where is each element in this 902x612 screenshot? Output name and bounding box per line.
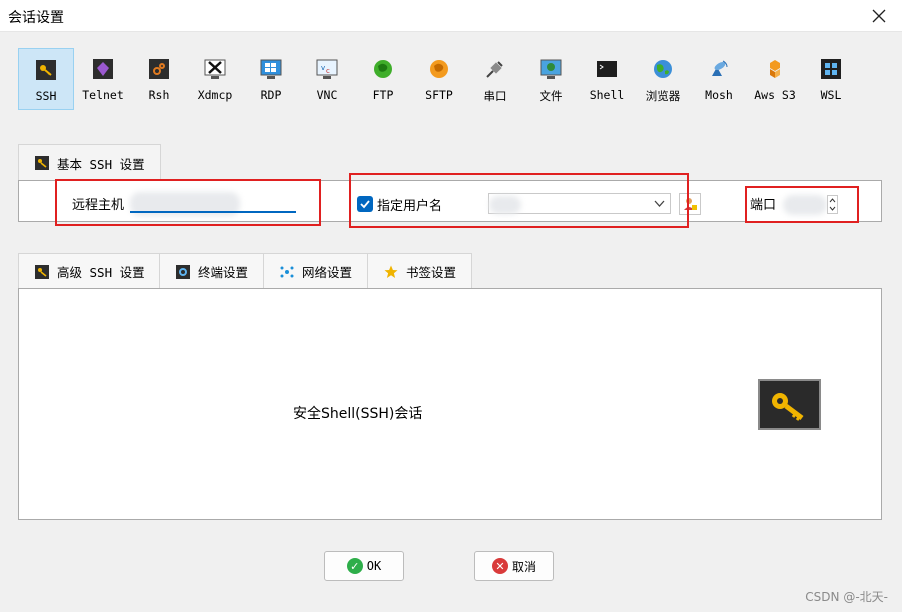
session-type-vnc[interactable]: vc VNC <box>299 48 355 110</box>
close-icon <box>872 9 886 23</box>
tab-basic-ssh-settings[interactable]: 基本 SSH 设置 <box>18 144 161 181</box>
session-type-label: Telnet <box>82 88 124 102</box>
wsl-icon <box>819 57 843 81</box>
session-type-serial[interactable]: 串口 <box>467 48 523 110</box>
session-type-label: FTP <box>372 88 394 102</box>
file-icon <box>539 57 563 81</box>
session-type-mosh[interactable]: Mosh <box>691 48 747 110</box>
tab-label: 网络设置 <box>302 265 353 280</box>
rdp-icon <box>259 57 283 81</box>
title-bar: 会话设置 <box>0 0 902 32</box>
cancel-button-label: 取消 <box>511 559 536 574</box>
tab-bookmark-settings[interactable]: 书签设置 <box>367 253 472 289</box>
session-type-toolbar: SSH Telnet Rsh Xdmcp RDP vc VNC FTP SFTP… <box>18 48 858 110</box>
session-type-rdp[interactable]: RDP <box>243 48 299 110</box>
vnc-icon: vc <box>315 57 339 81</box>
session-type-shell[interactable]: Shell <box>579 48 635 110</box>
telnet-icon <box>91 57 115 81</box>
rsh-icon <box>147 57 171 81</box>
session-type-ftp[interactable]: FTP <box>355 48 411 110</box>
session-type-label: RDP <box>260 88 282 102</box>
shell-icon <box>595 57 619 81</box>
highlight-box-remote-host <box>55 179 321 226</box>
ssh-key-icon <box>35 264 49 279</box>
tab-label: 高级 SSH 设置 <box>57 265 145 280</box>
ftp-icon <box>371 57 395 81</box>
tab-network-settings[interactable]: 网络设置 <box>263 253 368 289</box>
session-type-xdmcp[interactable]: Xdmcp <box>187 48 243 110</box>
session-type-label: SFTP <box>425 88 453 102</box>
session-type-browser[interactable]: 浏览器 <box>635 48 691 110</box>
session-type-ssh[interactable]: SSH <box>18 48 74 110</box>
ok-button[interactable]: ✓ OK <box>324 551 404 581</box>
tab-label: 终端设置 <box>198 265 249 280</box>
session-type-label: Rsh <box>148 88 170 102</box>
terminal-settings-icon <box>176 264 190 279</box>
ssh-key-icon <box>34 58 58 82</box>
session-type-sftp[interactable]: SFTP <box>411 48 467 110</box>
session-type-rsh[interactable]: Rsh <box>131 48 187 110</box>
highlight-box-port <box>745 186 859 223</box>
session-type-label: 文件 <box>539 89 563 103</box>
session-description: 安全Shell(SSH)会话 <box>293 406 423 422</box>
ssh-key-large-icon <box>758 379 821 430</box>
tab-advanced-ssh-settings[interactable]: 高级 SSH 设置 <box>18 253 160 289</box>
checkmark-icon: ✓ <box>346 558 363 574</box>
session-type-wsl[interactable]: WSL <box>803 48 859 110</box>
session-type-aws-s3[interactable]: Aws S3 <box>747 48 803 110</box>
session-type-label: Mosh <box>705 88 733 102</box>
session-type-file[interactable]: 文件 <box>523 48 579 110</box>
svg-text:c: c <box>326 67 330 75</box>
watermark: CSDN @-北天- <box>805 590 888 604</box>
session-type-label: Xdmcp <box>197 88 233 102</box>
tab-terminal-settings[interactable]: 终端设置 <box>159 253 264 289</box>
star-icon <box>384 265 398 279</box>
session-type-telnet[interactable]: Telnet <box>75 48 131 110</box>
xdmcp-icon <box>203 57 227 81</box>
advanced-settings-panel: 安全Shell(SSH)会话 <box>18 288 882 520</box>
session-type-label: Aws S3 <box>754 88 796 102</box>
mosh-icon <box>707 57 731 81</box>
serial-icon <box>483 57 507 81</box>
highlight-box-username <box>349 173 689 228</box>
browser-icon <box>651 57 675 81</box>
ssh-key-icon <box>35 156 49 170</box>
cancel-button[interactable]: ✕ 取消 <box>474 551 554 581</box>
session-type-label: 浏览器 <box>645 89 681 103</box>
tab-label: 书签设置 <box>406 265 457 280</box>
tab-label: 基本 SSH 设置 <box>57 156 145 172</box>
svg-text:v: v <box>321 64 325 72</box>
session-type-label: 串口 <box>483 89 507 103</box>
ok-button-label: OK <box>366 559 382 573</box>
aws-s3-icon <box>763 57 787 81</box>
window-title: 会话设置 <box>8 10 64 26</box>
session-type-label: Shell <box>589 88 625 102</box>
sftp-icon <box>427 57 451 81</box>
session-type-label: SSH <box>35 89 57 103</box>
session-type-label: WSL <box>820 88 842 102</box>
close-button[interactable] <box>856 0 902 32</box>
network-icon <box>280 265 294 279</box>
cancel-x-icon: ✕ <box>491 558 508 574</box>
session-type-label: VNC <box>316 88 338 102</box>
